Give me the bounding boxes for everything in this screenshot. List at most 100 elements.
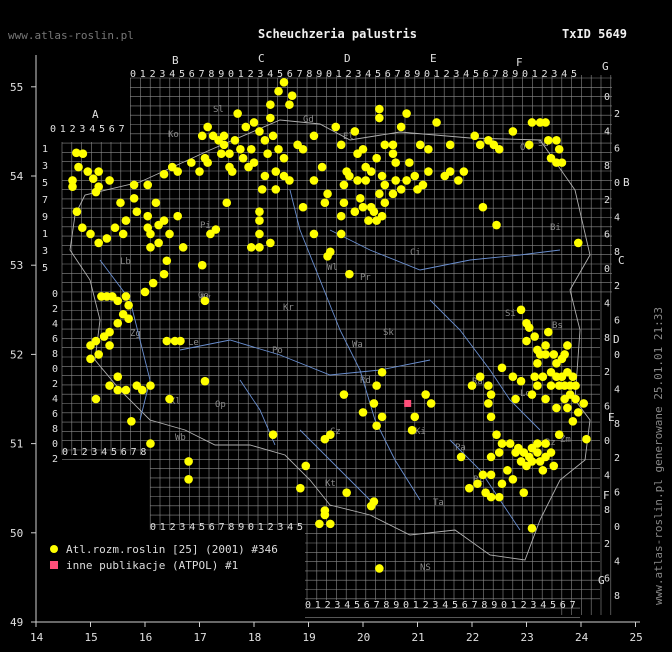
occurrence-point (530, 332, 539, 341)
occurrence-point (336, 229, 346, 239)
x-tick-label: 25 (630, 631, 643, 644)
occurrence-point (470, 131, 480, 141)
grid-digit: 4 (365, 69, 371, 80)
grid-digit: 9 (42, 212, 48, 223)
grid-digit: 0 (614, 350, 620, 361)
occurrence-point (573, 238, 583, 248)
occurrence-point (113, 296, 123, 306)
occurrence-point (377, 367, 387, 377)
grid-digit: 7 (570, 600, 576, 611)
square-letter-right-G: G (598, 574, 605, 587)
grid-digit: 1 (413, 600, 419, 611)
occurrence-point (355, 194, 365, 203)
grid-digit: 6 (462, 600, 468, 611)
occurrence-point (255, 216, 264, 225)
occurrence-point (246, 144, 256, 154)
occurrence-point (402, 176, 411, 185)
occurrence-point (146, 439, 155, 448)
occurrence-point (358, 144, 368, 154)
atpol-record-point (404, 399, 412, 407)
grid-digit: 4 (614, 556, 620, 567)
occurrence-point (339, 180, 349, 190)
occurrence-point (268, 131, 278, 141)
square-letter-A: A (92, 108, 99, 121)
region-label: Si (505, 309, 516, 319)
occurrence-point (544, 327, 553, 337)
occurrence-point (105, 341, 114, 350)
grid-digit: 6 (604, 230, 610, 241)
occurrence-point (503, 466, 512, 475)
grid-digit: 4 (614, 212, 620, 223)
grid-digit: 5 (42, 263, 48, 274)
occurrence-point (494, 144, 504, 154)
region-label: Wa (352, 340, 363, 350)
grid-digit: 7 (297, 69, 303, 80)
region-label: Pa (455, 443, 466, 453)
occurrence-point (260, 136, 270, 145)
grid-digit: 5 (42, 178, 48, 189)
occurrence-point (143, 180, 153, 190)
grid-digit: 3 (277, 522, 283, 533)
occurrence-point (364, 216, 373, 225)
grid-digit: 1 (42, 229, 48, 240)
occurrence-point (121, 216, 131, 225)
x-tick-label: 17 (194, 631, 207, 644)
yellow-dot-icon (50, 545, 58, 553)
y-tick-label: 50 (10, 527, 23, 540)
y-tick-label: 55 (10, 81, 23, 94)
occurrence-point (279, 153, 289, 163)
grid-digit: 3 (159, 69, 165, 80)
occurrence-point (211, 225, 221, 234)
square-letter-right-B: B (623, 176, 630, 189)
occurrence-point (582, 434, 591, 444)
grid-digit: 4 (169, 69, 175, 80)
occurrence-point (309, 131, 319, 141)
square-letter-right-D: D (613, 333, 620, 346)
occurrence-point (91, 394, 101, 404)
occurrence-point (255, 243, 264, 252)
occurrence-point (388, 149, 398, 158)
grid-digit: 3 (42, 246, 48, 257)
occurrence-point (113, 318, 123, 328)
occurrence-point (331, 122, 341, 132)
grid-digit: 5 (99, 124, 105, 135)
occurrence-point (99, 332, 109, 341)
region-label: NS (420, 563, 431, 573)
occurrence-point (560, 350, 569, 359)
grid-digit: 1 (60, 124, 66, 135)
square-letter-G: G (602, 60, 609, 73)
occurrence-point (86, 341, 95, 350)
grid-digit: 1 (238, 69, 244, 80)
grid-digit: 1 (258, 522, 264, 533)
grid-digit: 9 (218, 69, 224, 80)
occurrence-point (72, 207, 82, 216)
grid-digit: 8 (614, 591, 620, 602)
occurrence-point (524, 140, 534, 150)
region-label: Pr (360, 273, 371, 283)
occurrence-point (560, 394, 569, 404)
occurrence-point (173, 211, 182, 221)
occurrence-point (94, 167, 103, 176)
occurrence-point (257, 185, 267, 194)
region-label: Ci (410, 248, 421, 258)
occurrence-point (508, 372, 518, 382)
grid-digit: 8 (383, 600, 389, 611)
occurrence-point (546, 448, 556, 457)
occurrence-point (78, 149, 88, 158)
atpol-grid (61, 75, 612, 618)
grid-digit: 6 (189, 69, 195, 80)
occurrence-point (552, 136, 561, 145)
occurrence-point (481, 488, 490, 497)
grid-digit: 2 (614, 453, 620, 464)
occurrence-point (113, 385, 123, 395)
x-tick-label: 14 (30, 631, 44, 644)
grid-digit: 3 (257, 69, 263, 80)
grid-digit: 0 (614, 522, 620, 533)
occurrence-point (105, 381, 114, 390)
grid-digit: 1 (336, 69, 342, 80)
legend-item-atpol: inne publikacje (ATPOL) #1 (50, 557, 278, 573)
occurrence-point (271, 167, 281, 176)
occurrence-point (301, 461, 311, 471)
grid-digit: 4 (52, 319, 58, 330)
y-tick-label: 52 (10, 348, 23, 361)
